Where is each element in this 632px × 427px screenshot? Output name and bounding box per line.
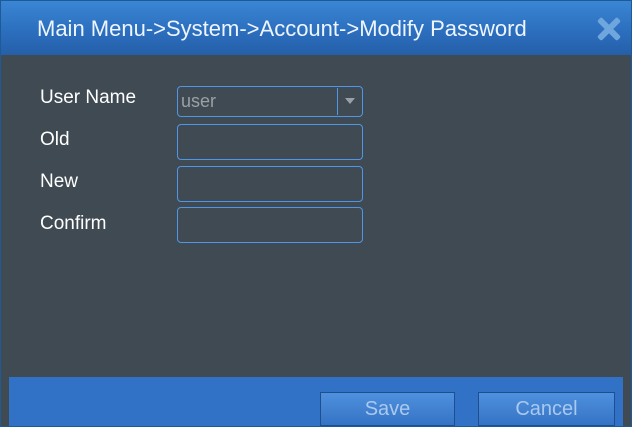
button-bar: Save Cancel xyxy=(9,377,623,426)
user-name-label: User Name xyxy=(40,87,137,108)
title-bar: Main Menu->System->Account->Modify Passw… xyxy=(1,1,631,55)
modify-password-dialog: Main Menu->System->Account->Modify Passw… xyxy=(0,0,632,427)
new-password-label: New xyxy=(40,171,79,192)
save-button[interactable]: Save xyxy=(320,392,455,426)
close-icon[interactable] xyxy=(597,17,621,41)
user-name-value: user xyxy=(181,91,217,111)
select-divider xyxy=(337,88,338,115)
confirm-password-label: Confirm xyxy=(40,213,107,234)
cancel-button[interactable]: Cancel xyxy=(478,392,615,426)
confirm-password-field[interactable] xyxy=(177,207,363,243)
old-password-field[interactable] xyxy=(177,124,363,160)
new-password-field[interactable] xyxy=(177,166,363,202)
chevron-down-icon[interactable] xyxy=(345,98,355,104)
user-name-select[interactable]: user xyxy=(177,86,363,117)
old-password-label: Old xyxy=(40,129,70,150)
dialog-title: Main Menu->System->Account->Modify Passw… xyxy=(37,16,527,41)
